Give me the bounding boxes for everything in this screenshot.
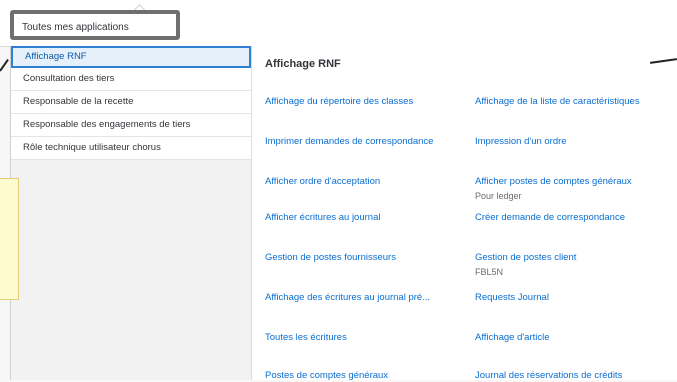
app-link[interactable]: Toutes les écritures <box>265 332 465 344</box>
app-link[interactable]: Affichage des écritures au journal pré..… <box>265 292 465 304</box>
app-subtitle: Pour ledger <box>475 191 522 201</box>
app-link[interactable]: Afficher écritures au journal <box>265 212 465 224</box>
app-link-label: Gestion de postes client <box>475 252 577 263</box>
app-link[interactable]: Créer demande de correspondance <box>475 212 675 224</box>
app-tile[interactable]: Afficher postes de comptes généraux Pour… <box>475 176 675 202</box>
annotation-pointer-left <box>0 58 9 72</box>
app-link[interactable]: Affichage du répertoire des classes <box>265 96 465 108</box>
app-link[interactable]: Gestion de postes fournisseurs <box>265 252 465 264</box>
app-subtitle: FBL5N <box>475 267 504 277</box>
content-area: Affichage RNF Affichage du répertoire de… <box>265 46 677 382</box>
app-link[interactable]: Affichage de la liste de caractéristique… <box>475 96 675 108</box>
sidebar: Affichage RNF Consultation des tiers Res… <box>11 46 252 380</box>
app-link[interactable]: Journal des réservations de crédits <box>475 370 675 382</box>
app-link[interactable]: Imprimer demandes de correspondance <box>265 136 465 148</box>
app-link[interactable]: Affichage d'article <box>475 332 675 344</box>
app-link-label: Afficher postes de comptes généraux <box>475 176 632 187</box>
app-tile[interactable]: Gestion de postes client FBL5N <box>475 252 675 278</box>
sidebar-item-responsable-engagements[interactable]: Responsable des engagements de tiers <box>11 114 251 137</box>
annotation-note <box>0 178 19 300</box>
main-frame: Affichage RNF Consultation des tiers Res… <box>10 46 677 382</box>
page-title: Affichage RNF <box>265 58 341 70</box>
sidebar-item-responsable-recette[interactable]: Responsable de la recette <box>11 91 251 114</box>
sidebar-item-affichage-rnf[interactable]: Affichage RNF <box>11 46 251 68</box>
sidebar-item-consultation-tiers[interactable]: Consultation des tiers <box>11 68 251 91</box>
tab-all-my-apps[interactable]: Toutes mes applications <box>22 22 129 33</box>
app-link[interactable]: Postes de comptes généraux <box>265 370 465 382</box>
app-link[interactable]: Afficher ordre d'acceptation <box>265 176 465 188</box>
top-bar: Toutes mes applications <box>0 0 677 47</box>
sidebar-item-role-technique[interactable]: Rôle technique utilisateur chorus <box>11 137 251 160</box>
app-link[interactable]: Requests Journal <box>475 292 675 304</box>
app-link[interactable]: Impression d'un ordre <box>475 136 675 148</box>
